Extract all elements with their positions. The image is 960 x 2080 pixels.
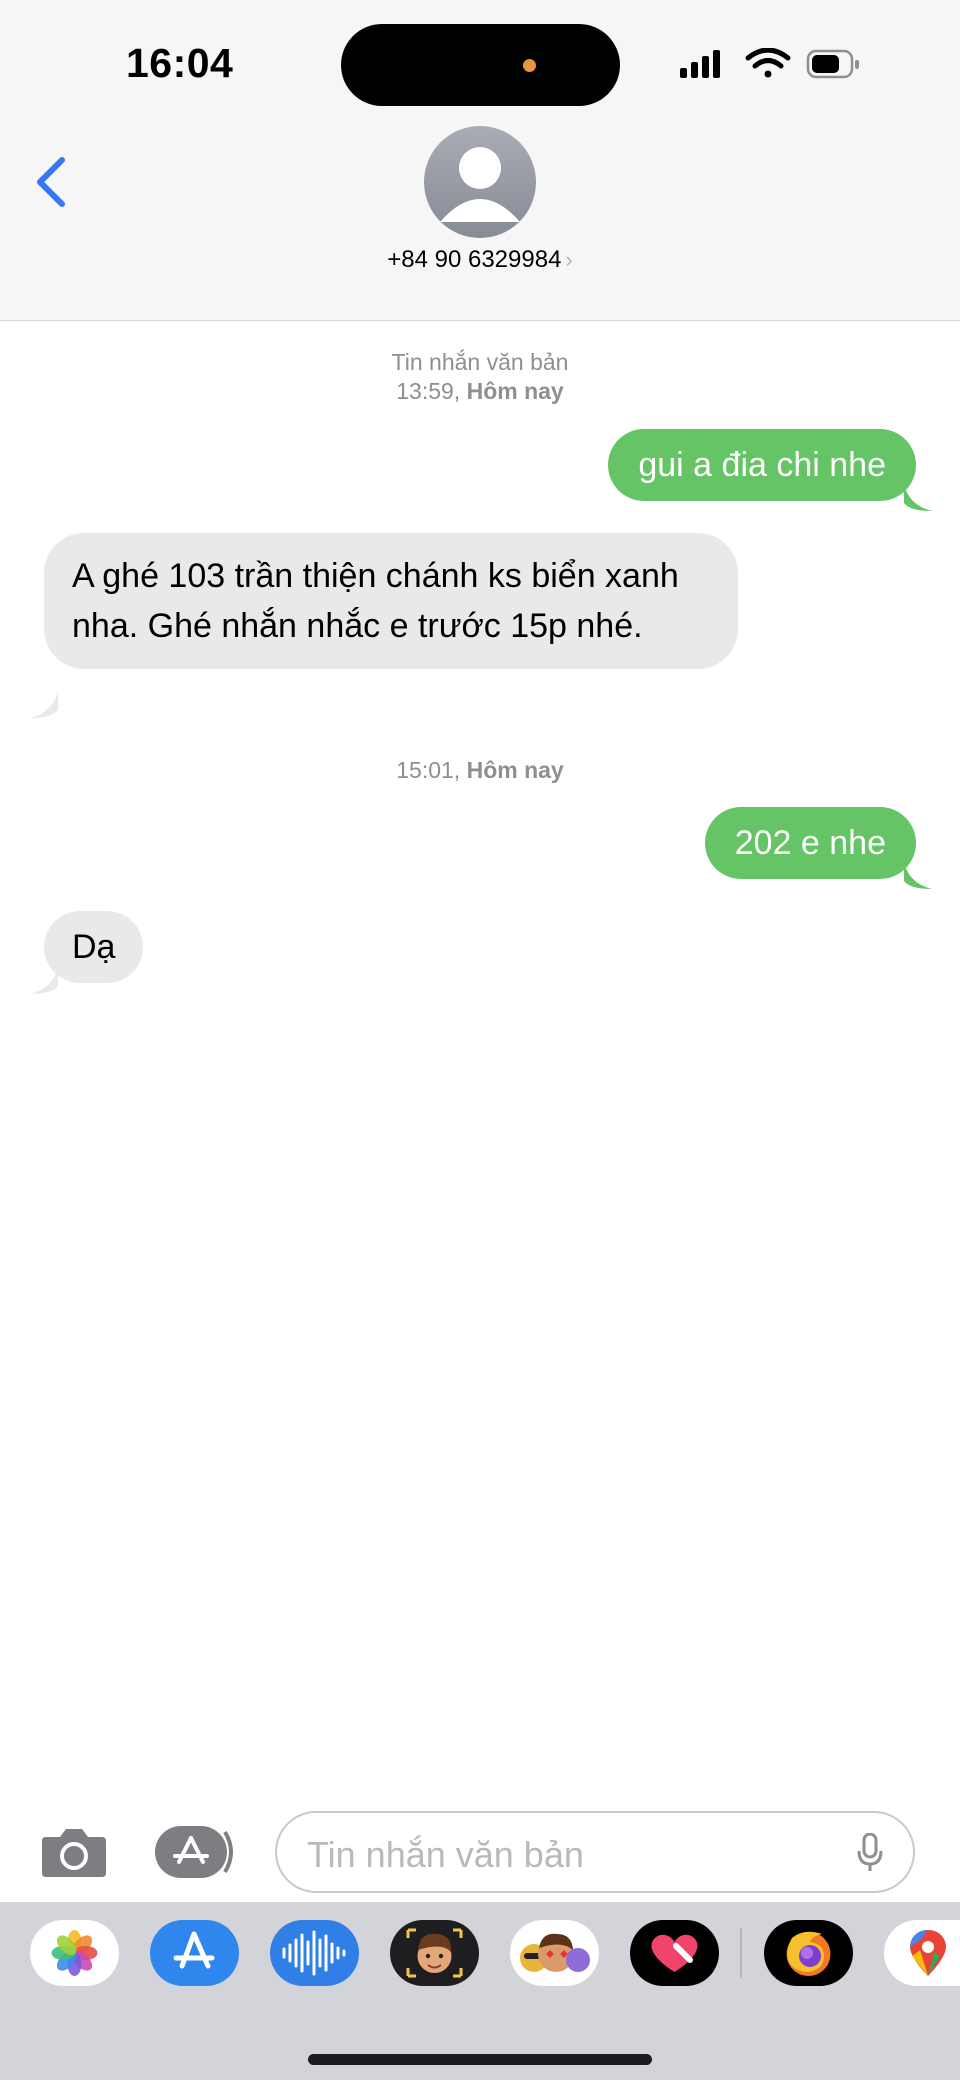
message-text: A ghé 103 trần thiện chánh ks biển xanh … <box>72 557 679 645</box>
app-store-icon <box>173 1931 215 1969</box>
camera-icon <box>42 1829 106 1877</box>
outgoing-message-bubble[interactable]: 202 e nhe <box>704 807 916 879</box>
contact-number[interactable]: +84 90 6329984 <box>387 246 561 273</box>
wifi-icon <box>745 48 791 78</box>
google-maps-app-button[interactable] <box>884 1920 960 1986</box>
dynamic-island <box>341 24 620 106</box>
timestamp-day: Hôm nay <box>466 757 564 783</box>
incoming-bubble-tail <box>30 690 58 718</box>
incoming-message-bubble[interactable]: Dạ <box>44 911 144 983</box>
outgoing-bubble-tail <box>904 483 932 511</box>
message-text: gui a đia chi nhe <box>638 446 886 484</box>
outgoing-bubble-tail <box>904 861 932 889</box>
app-store-icon <box>155 1826 233 1878</box>
back-button[interactable] <box>26 150 86 216</box>
cellular-signal-icon <box>680 50 720 78</box>
camera-button[interactable] <box>40 1825 108 1879</box>
message-type-label: Tin nhắn văn bản <box>391 349 569 375</box>
dictation-button[interactable] <box>857 1833 883 1873</box>
chevron-left-icon <box>37 157 65 207</box>
message-text: Dạ <box>72 928 116 966</box>
memoji-icon <box>406 1928 463 1978</box>
timestamp-group-2: 15:01, Hôm nay <box>0 756 960 785</box>
timestamp-day: Hôm nay <box>466 378 564 404</box>
status-time: 16:04 <box>126 40 234 86</box>
timestamp-group-1: Tin nhắn văn bản 13:59, Hôm nay <box>0 348 960 406</box>
status-icons <box>680 48 880 82</box>
incoming-message-bubble[interactable]: A ghé 103 trần thiện chánh ks biển xanh … <box>44 533 738 669</box>
stickers-app-button[interactable] <box>510 1920 599 1986</box>
conversation-header: 16:04 +84 90 6329984 › <box>0 0 960 321</box>
imessage-app-drawer <box>0 1902 960 2080</box>
firefox-app-button[interactable] <box>764 1920 853 1986</box>
person-placeholder-icon <box>440 147 520 222</box>
message-input-placeholder: Tin nhắn văn bản <box>307 1834 584 1875</box>
digital-touch-icon <box>651 1934 698 1972</box>
audio-message-icon <box>282 1930 346 1976</box>
animoji-stickers-icon <box>520 1933 590 1972</box>
apps-button[interactable] <box>155 1826 239 1878</box>
chevron-right-icon: › <box>565 247 573 272</box>
timestamp-time: 13:59, <box>396 378 461 404</box>
contact-name[interactable]: +84 90 6329984 › <box>0 246 960 274</box>
timestamp-time: 15:01, <box>396 757 461 783</box>
home-indicator[interactable] <box>308 2054 652 2065</box>
message-input[interactable]: Tin nhắn văn bản <box>275 1811 915 1893</box>
memoji-app-button[interactable] <box>390 1920 479 1986</box>
message-text: 202 e nhe <box>734 824 886 862</box>
audio-message-app-button[interactable] <box>270 1920 359 1986</box>
photos-icon <box>51 1930 98 1976</box>
digital-touch-app-button[interactable] <box>630 1920 719 1986</box>
firefox-icon <box>786 1931 831 1976</box>
app-store-app-button[interactable] <box>150 1920 239 1986</box>
privacy-indicator-dot <box>523 59 536 72</box>
contact-avatar[interactable] <box>424 126 536 238</box>
incoming-bubble-tail <box>30 966 58 994</box>
google-maps-icon <box>910 1930 946 1976</box>
microphone-icon <box>857 1833 883 1871</box>
photos-app-button[interactable] <box>30 1920 119 1986</box>
drawer-divider <box>740 1928 742 1978</box>
battery-icon <box>806 49 859 79</box>
outgoing-message-bubble[interactable]: gui a đia chi nhe <box>608 429 916 501</box>
